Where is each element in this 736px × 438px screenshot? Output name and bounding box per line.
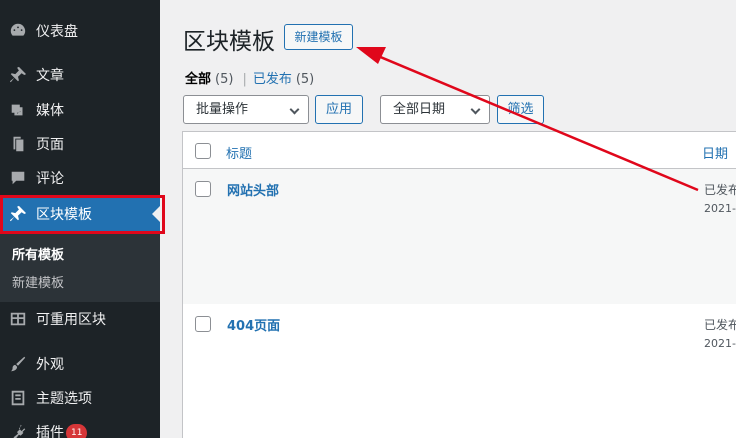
annotation-arrow xyxy=(356,47,699,192)
arrow-head xyxy=(356,47,386,64)
arrow-line xyxy=(377,54,699,192)
